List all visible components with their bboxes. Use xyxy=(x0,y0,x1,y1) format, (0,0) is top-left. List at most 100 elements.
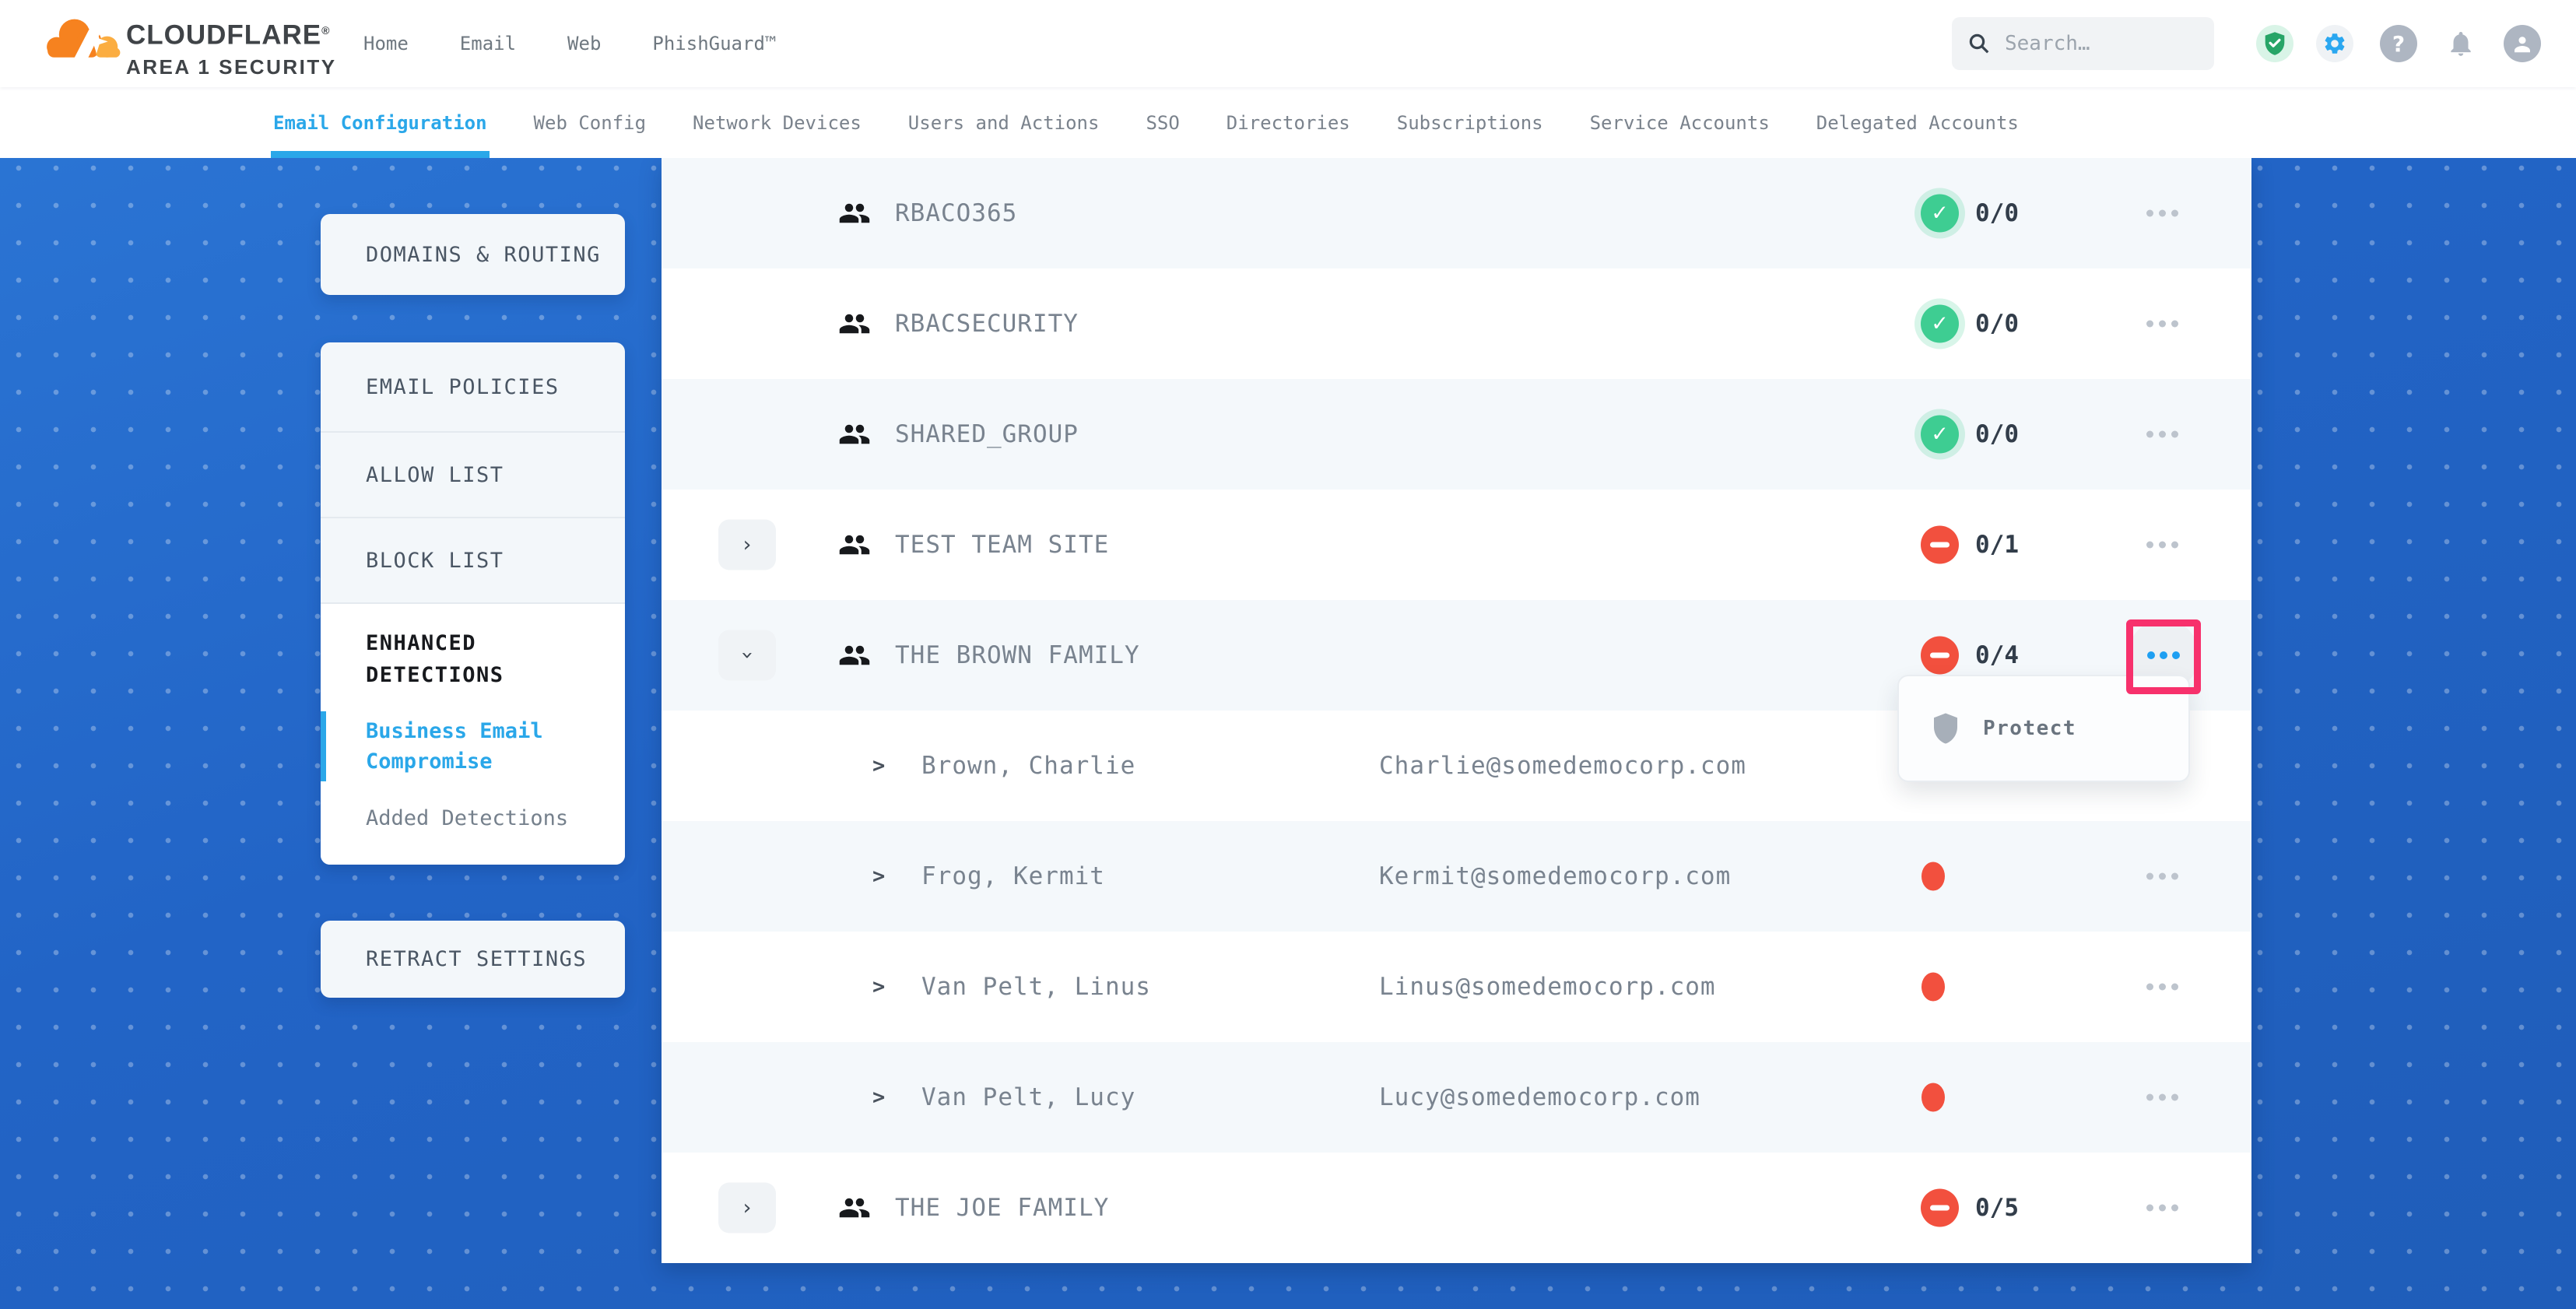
top-nav: Home Email Web PhishGuard™ xyxy=(363,0,776,87)
top-nav-home[interactable]: Home xyxy=(363,33,409,54)
sidebar-item-allow-list[interactable]: ALLOW LIST xyxy=(321,433,625,518)
protection-table: RBACO365✓0/0RBACSECURITY✓0/0SHARED_GROUP… xyxy=(662,158,2251,1263)
check-icon: ✓ xyxy=(1931,202,1949,226)
member-name: Van Pelt, Linus xyxy=(921,973,1151,1001)
top-nav-phishguard[interactable]: PhishGuard™ xyxy=(652,33,776,54)
table-row-frog-kermit: > Frog, Kermit Kermit@somedemocorp.com xyxy=(662,821,2251,932)
tab-network-devices[interactable]: Network Devices xyxy=(693,87,862,158)
group-icon xyxy=(838,528,871,561)
enhanced-detections-title[interactable]: ENHANCED DETECTIONS xyxy=(321,627,560,691)
gear-icon[interactable] xyxy=(2316,25,2353,62)
sidebar-item-retract-settings[interactable]: RETRACT SETTINGS xyxy=(321,921,625,998)
sidebar-item-email-policies[interactable]: EMAIL POLICIES xyxy=(321,342,625,433)
row-menu-button-the-joe-family[interactable] xyxy=(2137,1195,2188,1221)
member-name: Brown, Charlie xyxy=(921,752,1135,780)
brand-subtitle: AREA 1 SECURITY xyxy=(126,54,337,80)
chevron-icon: › xyxy=(737,651,758,660)
bell-icon[interactable] xyxy=(2442,25,2479,62)
tab-users-and-actions[interactable]: Users and Actions xyxy=(908,87,1100,158)
member-email: Linus@somedemocorp.com xyxy=(1379,973,1716,1001)
group-name: RBACO365 xyxy=(895,199,1017,227)
group-name: TEST TEAM SITE xyxy=(895,531,1109,559)
registered-mark: ® xyxy=(321,24,330,37)
collapse-button-the-brown-family[interactable]: › xyxy=(718,630,776,681)
row-menu-button-shared-group[interactable] xyxy=(2137,422,2188,447)
row-menu-button-van-pelt-linus[interactable] xyxy=(2137,974,2188,1000)
check-icon: ✓ xyxy=(1931,423,1949,447)
search-box[interactable] xyxy=(1952,17,2214,70)
tab-sso[interactable]: SSO xyxy=(1146,87,1179,158)
member-name: Van Pelt, Lucy xyxy=(921,1083,1135,1111)
row-menu-button-frog-kermit[interactable] xyxy=(2137,864,2188,890)
chevron-icon: › xyxy=(743,1198,752,1219)
status-badge-protected: ✓ xyxy=(1921,305,1959,343)
tab-delegated-accounts[interactable]: Delegated Accounts xyxy=(1816,87,2019,158)
sidebar-item-label: RETRACT SETTINGS xyxy=(321,947,587,971)
member-name: Frog, Kermit xyxy=(921,862,1105,890)
member-email: Kermit@somedemocorp.com xyxy=(1379,862,1731,890)
status-badge-protected: ✓ xyxy=(1921,195,1959,233)
sidebar-item-block-list[interactable]: BLOCK LIST xyxy=(321,518,625,604)
search-input[interactable] xyxy=(2003,31,2185,56)
table-row-the-joe-family: ›THE JOE FAMILY0/5 xyxy=(662,1153,2251,1263)
top-nav-web[interactable]: Web xyxy=(567,33,601,54)
status-dot-unprotected xyxy=(1921,973,1945,1002)
group-name: THE BROWN FAMILY xyxy=(895,641,1140,669)
minus-icon xyxy=(1930,542,1950,548)
shield-icon xyxy=(1932,712,1960,745)
table-row-rbaco365: RBACO365✓0/0 xyxy=(662,158,2251,268)
table-row-van-pelt-linus: > Van Pelt, Linus Linus@somedemocorp.com xyxy=(662,932,2251,1042)
group-icon xyxy=(838,307,871,340)
status-badge-protected: ✓ xyxy=(1921,416,1959,454)
menu-item-protect[interactable]: Protect xyxy=(1983,717,2076,740)
member-caret-icon[interactable]: > xyxy=(872,754,885,778)
row-menu-button-test-team-site[interactable] xyxy=(2137,532,2188,558)
sidebar-item-added-detections[interactable]: Added Detections xyxy=(321,803,625,833)
status-badge-unprotected xyxy=(1921,1189,1959,1227)
help-icon[interactable]: ? xyxy=(2380,25,2417,62)
brand-title: CLOUDFLARE xyxy=(126,20,321,51)
sidebar-item-domains-routing[interactable]: DOMAINS & ROUTING xyxy=(321,214,625,295)
chevron-icon: › xyxy=(743,535,752,556)
settings-sidebar: DOMAINS & ROUTING EMAIL POLICIES ALLOW L… xyxy=(321,214,625,998)
expand-button-the-joe-family[interactable]: › xyxy=(718,1183,776,1234)
shield-check-icon[interactable] xyxy=(2256,25,2293,62)
protected-count: 0/0 xyxy=(1975,310,2019,338)
group-name: RBACSECURITY xyxy=(895,310,1079,338)
group-icon xyxy=(838,639,871,672)
protected-count: 0/0 xyxy=(1975,420,2019,448)
minus-icon xyxy=(1930,653,1950,658)
tab-subscriptions[interactable]: Subscriptions xyxy=(1397,87,1543,158)
status-dot-unprotected xyxy=(1921,1083,1945,1112)
sidebar-item-label: EMAIL POLICIES xyxy=(321,375,560,399)
check-icon: ✓ xyxy=(1931,312,1949,336)
expand-button-test-team-site[interactable]: › xyxy=(718,520,776,570)
table-row-rbacsecurity: RBACSECURITY ✓ 0/0 xyxy=(662,268,2251,379)
tab-web-config[interactable]: Web Config xyxy=(534,87,647,158)
top-nav-email[interactable]: Email xyxy=(460,33,516,54)
sidebar-item-label: BLOCK LIST xyxy=(321,549,504,573)
app-header: CLOUDFLARE® AREA 1 SECURITY Home Email W… xyxy=(0,0,2576,87)
account-icon[interactable] xyxy=(2504,25,2541,62)
protected-count: 0/4 xyxy=(1975,641,2019,669)
row-menu-button-van-pelt-lucy[interactable] xyxy=(2137,1085,2188,1111)
search-icon xyxy=(1967,32,1991,55)
group-icon xyxy=(838,197,871,230)
member-caret-icon[interactable]: > xyxy=(872,975,885,999)
annotation-highlight-box xyxy=(2126,619,2201,694)
group-name: THE JOE FAMILY xyxy=(895,1194,1109,1222)
minus-icon xyxy=(1930,1205,1950,1211)
row-menu-button-rbaco365[interactable] xyxy=(2137,201,2188,226)
row-menu-button-rbacsecurity[interactable] xyxy=(2137,311,2188,337)
tab-email-configuration[interactable]: Email Configuration xyxy=(273,87,487,158)
sidebar-section-enhanced-detections: ENHANCED DETECTIONS Business Email Compr… xyxy=(321,604,625,865)
sidebar-item-label: DOMAINS & ROUTING xyxy=(321,243,601,267)
tab-directories[interactable]: Directories xyxy=(1227,87,1350,158)
member-caret-icon[interactable]: > xyxy=(872,865,885,889)
tab-service-accounts[interactable]: Service Accounts xyxy=(1590,87,1770,158)
sidebar-item-business-email-compromise[interactable]: Business Email Compromise xyxy=(321,716,553,777)
member-caret-icon[interactable]: > xyxy=(872,1086,885,1110)
protected-count: 0/1 xyxy=(1975,531,2019,559)
member-email: Charlie@somedemocorp.com xyxy=(1379,752,1746,780)
sidebar-policies-card: EMAIL POLICIES ALLOW LIST BLOCK LIST ENH… xyxy=(321,342,625,865)
